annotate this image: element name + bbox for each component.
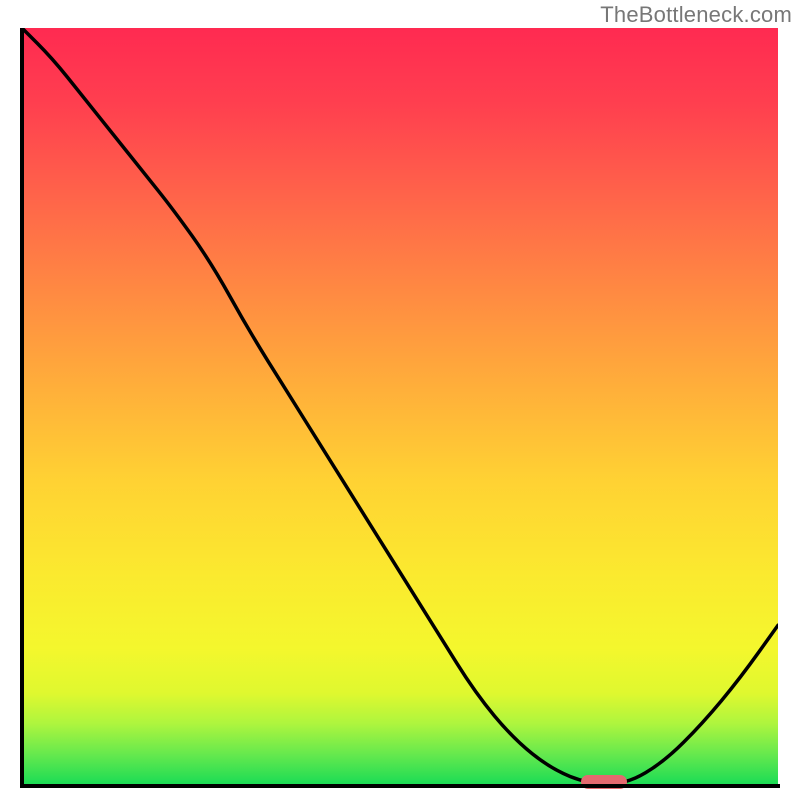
x-axis [20, 784, 780, 788]
watermark-text: TheBottleneck.com [600, 2, 792, 28]
y-axis [20, 28, 24, 788]
bottleneck-curve [22, 28, 778, 784]
chart-container: TheBottleneck.com [0, 0, 800, 800]
